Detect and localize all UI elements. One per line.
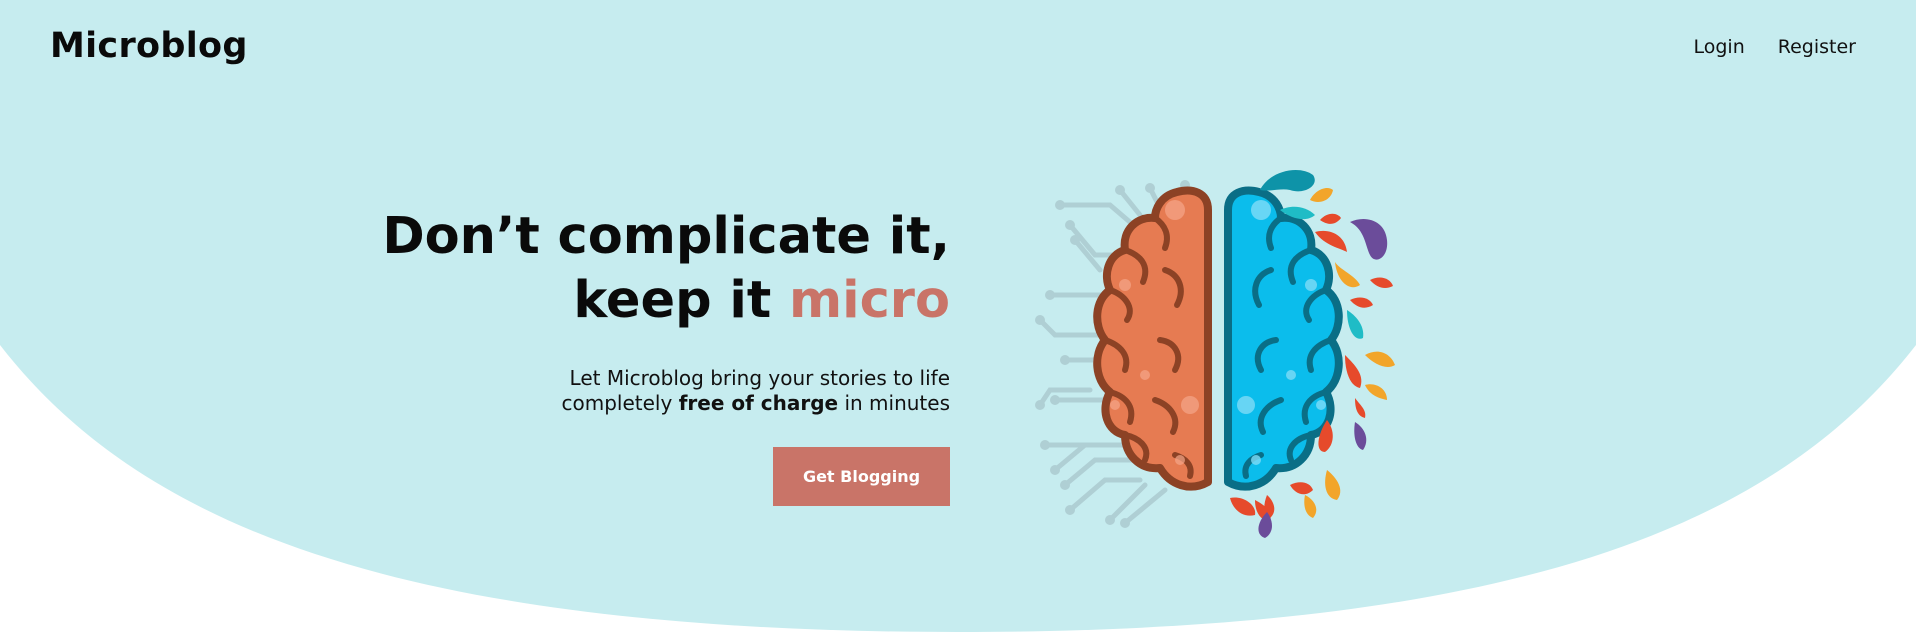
hero-subtext: Let Microblog bring your stories to life… — [330, 366, 950, 416]
nav-login-link[interactable]: Login — [1694, 36, 1745, 58]
main-nav: Login Register — [1694, 36, 1857, 58]
subtext-bold: free of charge — [678, 391, 839, 415]
hero-copy: Don’t complicate it, keep it micro Let M… — [330, 205, 950, 506]
get-blogging-button[interactable]: Get Blogging — [773, 447, 950, 506]
subtext-line2-prefix: completely — [561, 391, 679, 415]
nav-register-link[interactable]: Register — [1778, 36, 1856, 58]
subtext-line2-suffix: in minutes — [838, 391, 950, 415]
headline-line2: keep it — [573, 271, 789, 330]
subtext-line1: Let Microblog bring your stories to life — [569, 366, 950, 390]
site-header: Microblog Login Register — [0, 0, 1916, 95]
headline-accent-word: micro — [788, 271, 950, 330]
brand-logo[interactable]: Microblog — [50, 26, 248, 66]
headline-line1: Don’t complicate it, — [382, 207, 950, 266]
hero-headline: Don’t complicate it, keep it micro — [330, 205, 950, 333]
brain-icon — [1035, 170, 1395, 538]
